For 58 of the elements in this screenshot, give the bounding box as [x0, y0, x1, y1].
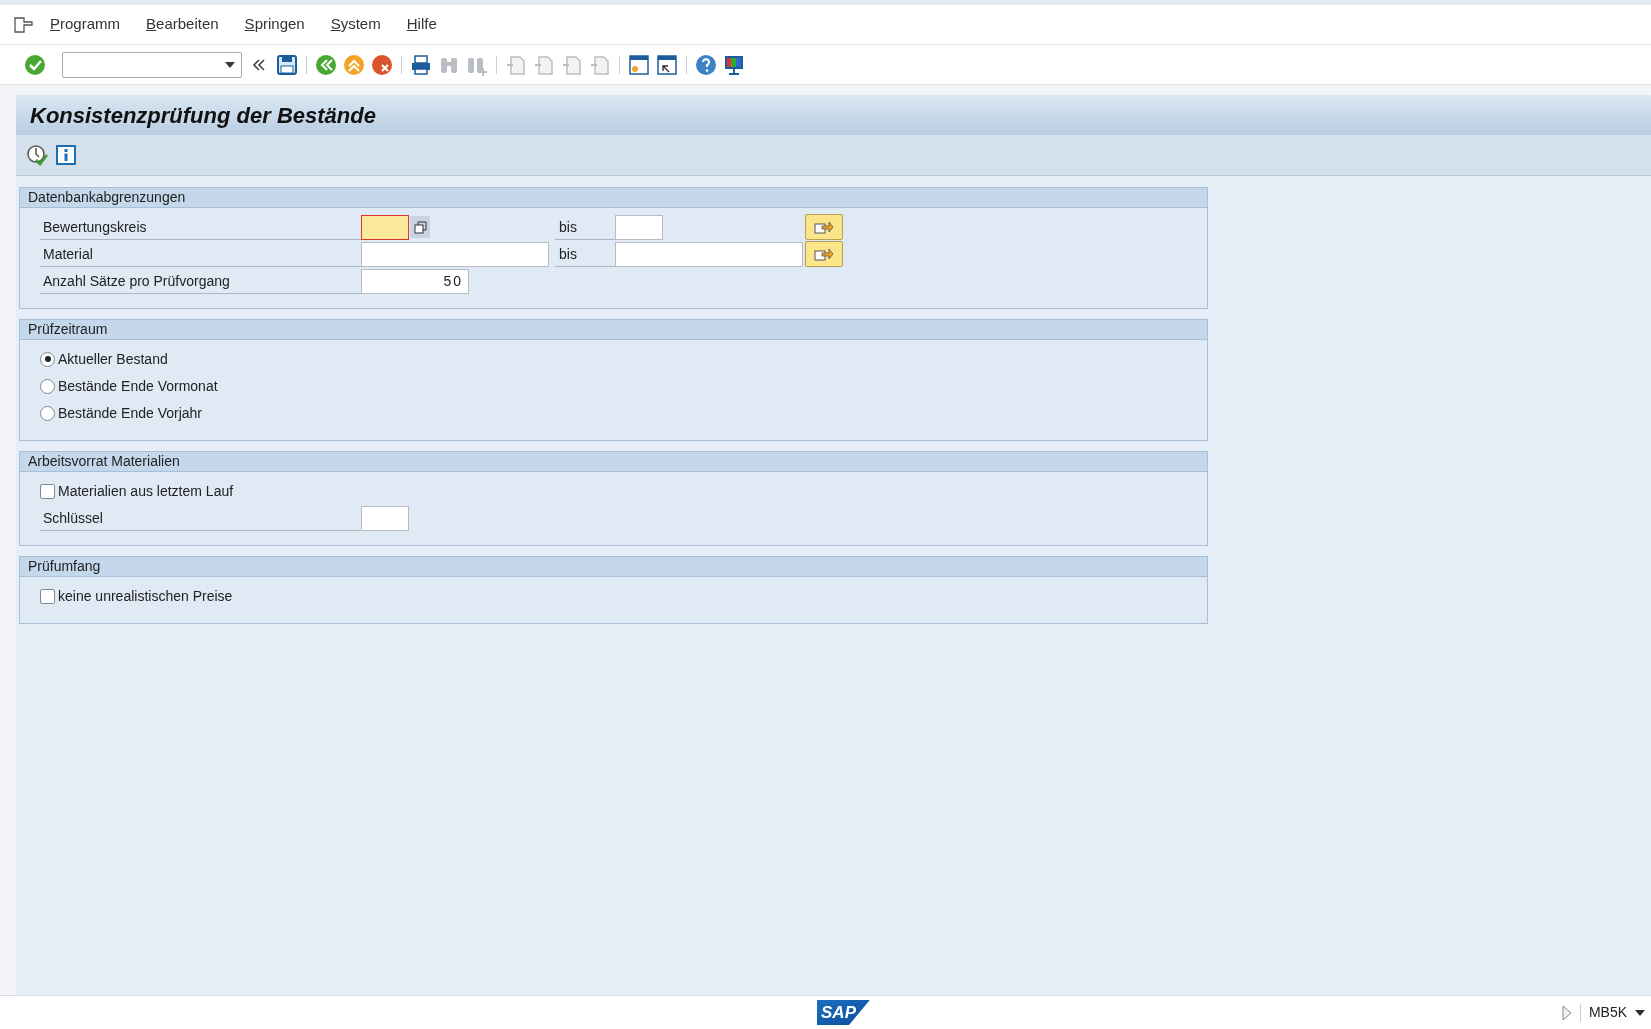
field-label: Materialien aus letztem Lauf [58, 481, 234, 501]
dropdown-caret-icon[interactable] [1635, 1009, 1645, 1016]
info-icon[interactable] [56, 145, 76, 165]
shortcut-icon[interactable] [656, 53, 678, 76]
field-label: Bewertungskreis [40, 214, 361, 240]
radio-button[interactable] [40, 378, 55, 394]
new-window-icon[interactable] [628, 53, 650, 76]
input-field[interactable] [361, 241, 549, 267]
field-label: Material [40, 241, 361, 267]
print-icon[interactable] [410, 53, 432, 76]
menu-item[interactable]: Programm [50, 13, 121, 36]
menu-item[interactable]: Hilfe [406, 13, 437, 36]
radio-button[interactable] [40, 405, 55, 421]
multiple-selection-button[interactable] [805, 241, 843, 267]
check-icon[interactable] [24, 53, 46, 76]
previous-page-icon[interactable] [533, 53, 555, 76]
multi-select-icon[interactable] [410, 216, 430, 238]
cancel-icon[interactable] [371, 53, 393, 76]
arrow-into-box-icon [814, 246, 834, 262]
multiple-selection-button[interactable] [805, 214, 843, 240]
save-icon[interactable] [276, 53, 298, 76]
arrow-into-box-icon [814, 219, 834, 235]
dropdown-caret-icon[interactable] [225, 61, 235, 68]
checkbox[interactable] [40, 483, 55, 499]
exit-icon[interactable] [343, 53, 365, 76]
input-field[interactable] [615, 241, 803, 267]
menu-item[interactable]: System [330, 13, 381, 36]
field-label: Anzahl Sätze pro Prüfvorgang [40, 268, 361, 294]
monitor-icon[interactable] [723, 53, 745, 76]
first-page-icon[interactable] [505, 53, 527, 76]
field-label: Aktueller Bestand [58, 349, 168, 369]
execute-clock-icon[interactable] [26, 144, 48, 166]
field-label: Schlüssel [40, 505, 361, 531]
menu-item[interactable]: Springen [244, 13, 305, 36]
screen-title: Konsistenzprüfung der Bestände [30, 101, 376, 130]
field-label: Bestände Ende Vorjahr [58, 403, 202, 423]
next-page-icon[interactable] [561, 53, 583, 76]
radio-button[interactable] [40, 351, 55, 367]
input-field[interactable] [361, 214, 409, 240]
menu-icon[interactable] [14, 16, 34, 33]
group-title: Prüfumfang [28, 557, 101, 576]
back-icon[interactable] [315, 53, 337, 76]
group-title: Prüfzeitraum [28, 320, 108, 339]
field-label: Bestände Ende Vormonat [58, 376, 218, 396]
field-label: keine unrealistischen Preise [58, 586, 233, 606]
input-field[interactable] [361, 505, 409, 531]
logo: SAP [817, 999, 870, 1026]
input-field[interactable]: 50 [361, 268, 469, 294]
command-field[interactable] [62, 51, 242, 78]
menu-item[interactable]: Bearbeiten [146, 13, 219, 36]
transaction-code[interactable]: MB5K [1588, 1002, 1627, 1023]
input-field[interactable] [615, 214, 663, 240]
checkbox[interactable] [40, 588, 55, 604]
group-title: Datenbankabgrenzungen [28, 188, 186, 207]
group-title: Arbeitsvorrat Materialien [28, 452, 180, 471]
last-page-icon[interactable] [589, 53, 611, 76]
play-icon[interactable] [1561, 1004, 1572, 1021]
help-icon[interactable] [695, 53, 717, 76]
